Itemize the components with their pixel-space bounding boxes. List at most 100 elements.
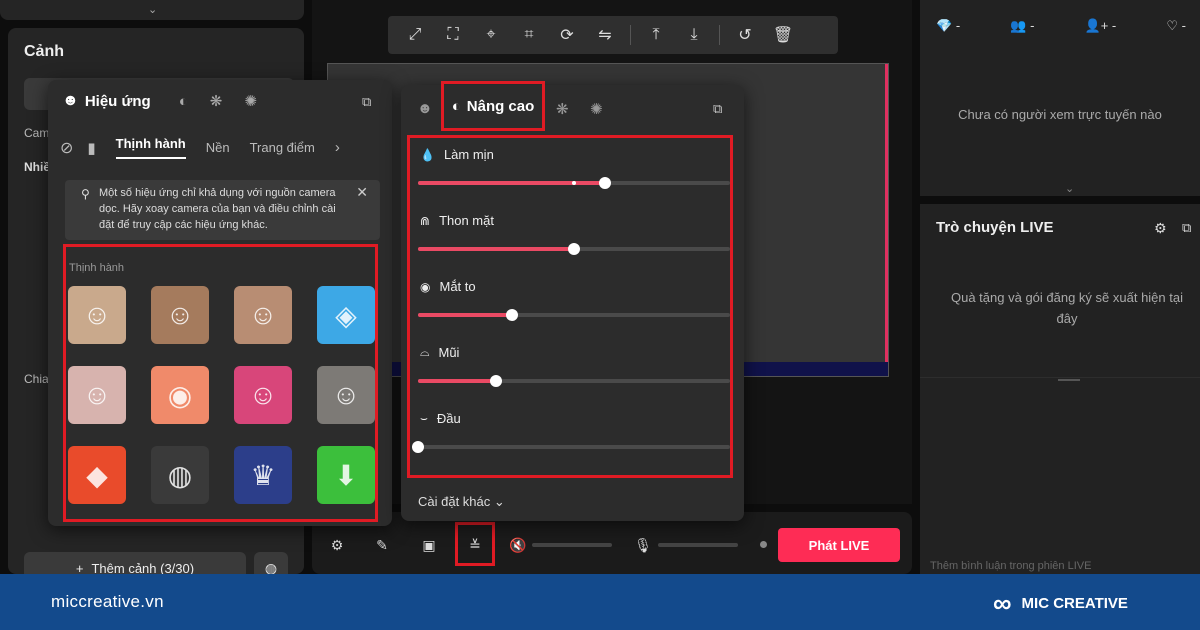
effect-thumb-man-portrait[interactable]: ☺: [151, 286, 209, 344]
speaker-volume-slider[interactable]: [532, 543, 612, 547]
stats-row: 💎 - 👥 - 👤+ - ♡ -: [936, 18, 1186, 34]
tab-trending[interactable]: Thịnh hành: [115, 136, 186, 159]
effect-thumb-photo-download[interactable]: ⬇: [317, 446, 375, 504]
filter-icon[interactable]: ❋: [210, 92, 223, 110]
slider-knob[interactable]: [505, 309, 518, 321]
effect-thumb-face-paint-man[interactable]: ☺: [317, 366, 375, 424]
fullscreen-icon[interactable]: ⤢: [396, 16, 434, 54]
center-icon[interactable]: ⌖: [472, 16, 510, 54]
stat-gems: 💎 -: [936, 18, 961, 33]
beauty-slider[interactable]: [412, 441, 730, 453]
delete-icon[interactable]: 🗑: [764, 16, 802, 54]
beauty-icon[interactable]: ◐: [179, 93, 188, 110]
slider-label-2: ⋒ Thon mặt: [420, 213, 494, 228]
slider-label-text: Đầu: [436, 411, 461, 426]
bookmark-icon[interactable]: ▮: [87, 139, 95, 157]
mic-volume-slider[interactable]: [658, 543, 738, 547]
slider-label-1: 💧 Làm mịn: [420, 147, 494, 162]
drop-icon: 💧: [420, 147, 435, 162]
effects-tabs: ⊘ ▮ Thịnh hành Nền Trang điểm ›: [60, 136, 390, 159]
chat-settings-icon[interactable]: ⚙: [1154, 220, 1167, 237]
canvas-toolbar: ⤢ ⛶ ⌖ ⌗ ⟳ ⇋ ⤒ ⤓ ↺ 🗑: [388, 16, 838, 54]
beauty-slider[interactable]: [418, 375, 730, 387]
smile-icon[interactable]: ☻: [417, 100, 433, 117]
chevron-down-icon: ⌄: [493, 494, 505, 509]
bring-forward-icon[interactable]: ⤒: [637, 16, 675, 54]
sticker-icon[interactable]: ▣: [416, 532, 442, 558]
close-icon[interactable]: ✕: [356, 184, 368, 200]
popout-icon[interactable]: ⧉: [1182, 220, 1191, 236]
chevron-down-icon[interactable]: ⌄: [148, 3, 157, 16]
slider-label-4: ⌓ Mũi: [420, 345, 459, 360]
slider-label-5: ⌣ Đầu: [420, 411, 461, 426]
send-backward-icon[interactable]: ⤓: [675, 16, 713, 54]
filter-icon[interactable]: ❋: [556, 100, 569, 118]
sliders-highlight: [407, 135, 733, 478]
crop-icon[interactable]: ⌗: [510, 16, 548, 54]
effect-thumb-white-fox-mask[interactable]: ◈: [317, 286, 375, 344]
effect-thumb-dinosaur-hood[interactable]: ◆: [68, 446, 126, 504]
effect-thumb-girl-portrait[interactable]: ☺: [68, 366, 126, 424]
none-icon[interactable]: ⊘: [60, 138, 73, 158]
eye-icon: ◉: [420, 279, 431, 294]
scenes-title: Cảnh: [24, 43, 64, 60]
effect-thumb-woman-portrait-2[interactable]: ☺: [234, 286, 292, 344]
chat-input[interactable]: Thêm bình luận trong phiên LIVE: [930, 560, 1176, 574]
slider-knob[interactable]: [490, 375, 502, 387]
adjust-highlight: [455, 522, 495, 566]
effect-thumb-woman-portrait[interactable]: ☺: [68, 286, 126, 344]
chevron-right-icon[interactable]: ›: [335, 139, 340, 156]
slider-fill: [418, 247, 574, 251]
aperture-icon[interactable]: ✺: [590, 100, 603, 118]
effect-thumb-gingerbread[interactable]: ◍: [151, 446, 209, 504]
resize-handle[interactable]: [1058, 379, 1080, 381]
tab-advanced[interactable]: ◐ Nâng cao: [441, 81, 545, 131]
more-settings-button[interactable]: Cài đặt khác ⌄: [418, 494, 505, 510]
infinity-logo-icon: ∞: [993, 588, 1012, 618]
slider-label-text: Thon mặt: [439, 213, 494, 228]
microphone-icon[interactable]: 🎙: [630, 532, 656, 558]
go-live-button[interactable]: Phát LIVE: [778, 528, 900, 562]
beauty-slider[interactable]: [418, 177, 730, 189]
popout-icon[interactable]: ⧉: [713, 101, 722, 117]
location-icon: ⚲: [81, 187, 90, 201]
notice-text: Một số hiệu ứng chỉ khả dụng với nguồn c…: [99, 187, 336, 231]
website-link[interactable]: miccreative.vn: [51, 592, 164, 612]
stat-viewers: 👥 -: [1010, 18, 1035, 33]
slider-label-text: Làm mịn: [443, 147, 494, 162]
slider-fill: [418, 379, 496, 383]
slider-default-mark: [572, 181, 576, 185]
slider-knob[interactable]: [568, 243, 580, 255]
tab-makeup[interactable]: Trang điểm: [250, 140, 315, 155]
popout-icon[interactable]: ⧉: [362, 94, 371, 110]
slider-knob[interactable]: [412, 441, 424, 453]
chat-divider: [920, 377, 1200, 378]
beauty-icon: ◐: [451, 97, 461, 115]
tab-background[interactable]: Nền: [206, 140, 230, 155]
rotate-icon[interactable]: ⟳: [548, 16, 586, 54]
stat-likes: ♡ -: [1166, 18, 1186, 33]
beauty-slider[interactable]: [418, 243, 730, 255]
stat-followers: 👤+ -: [1084, 18, 1117, 33]
fit-screen-icon[interactable]: ⛶: [434, 16, 472, 54]
nose-icon: ⌓: [420, 345, 430, 359]
face-slim-icon: ⋒: [420, 213, 431, 228]
camera-notice: ⚲ Một số hiệu ứng chỉ khả dụng với nguồn…: [65, 180, 380, 240]
aperture-icon[interactable]: ✺: [244, 92, 257, 110]
flip-icon[interactable]: ⇋: [586, 16, 624, 54]
chevron-down-icon[interactable]: ⌄: [1065, 182, 1074, 195]
effects-title: Hiệu ứng: [84, 92, 151, 110]
chat-panel: [920, 204, 1200, 574]
effect-thumb-colorful-hat-woman[interactable]: ☺: [234, 366, 292, 424]
effect-thumb-cartoon-pig[interactable]: ◉: [151, 366, 209, 424]
undo-icon[interactable]: ↺: [726, 16, 764, 54]
speaker-mute-icon[interactable]: 🔇: [505, 532, 531, 558]
slider-label-3: ◉ Mắt to: [420, 279, 476, 294]
beauty-slider[interactable]: [418, 309, 730, 321]
settings-icon[interactable]: ⚙: [324, 532, 350, 558]
brand-logo: ∞ MIC CREATIVE: [993, 588, 1128, 618]
trending-section-title: Thịnh hành: [69, 262, 125, 274]
slider-label-text: Mắt to: [439, 279, 476, 294]
effect-thumb-royal-crown[interactable]: ♛: [234, 446, 292, 504]
magic-wand-icon[interactable]: ✎: [369, 532, 395, 558]
